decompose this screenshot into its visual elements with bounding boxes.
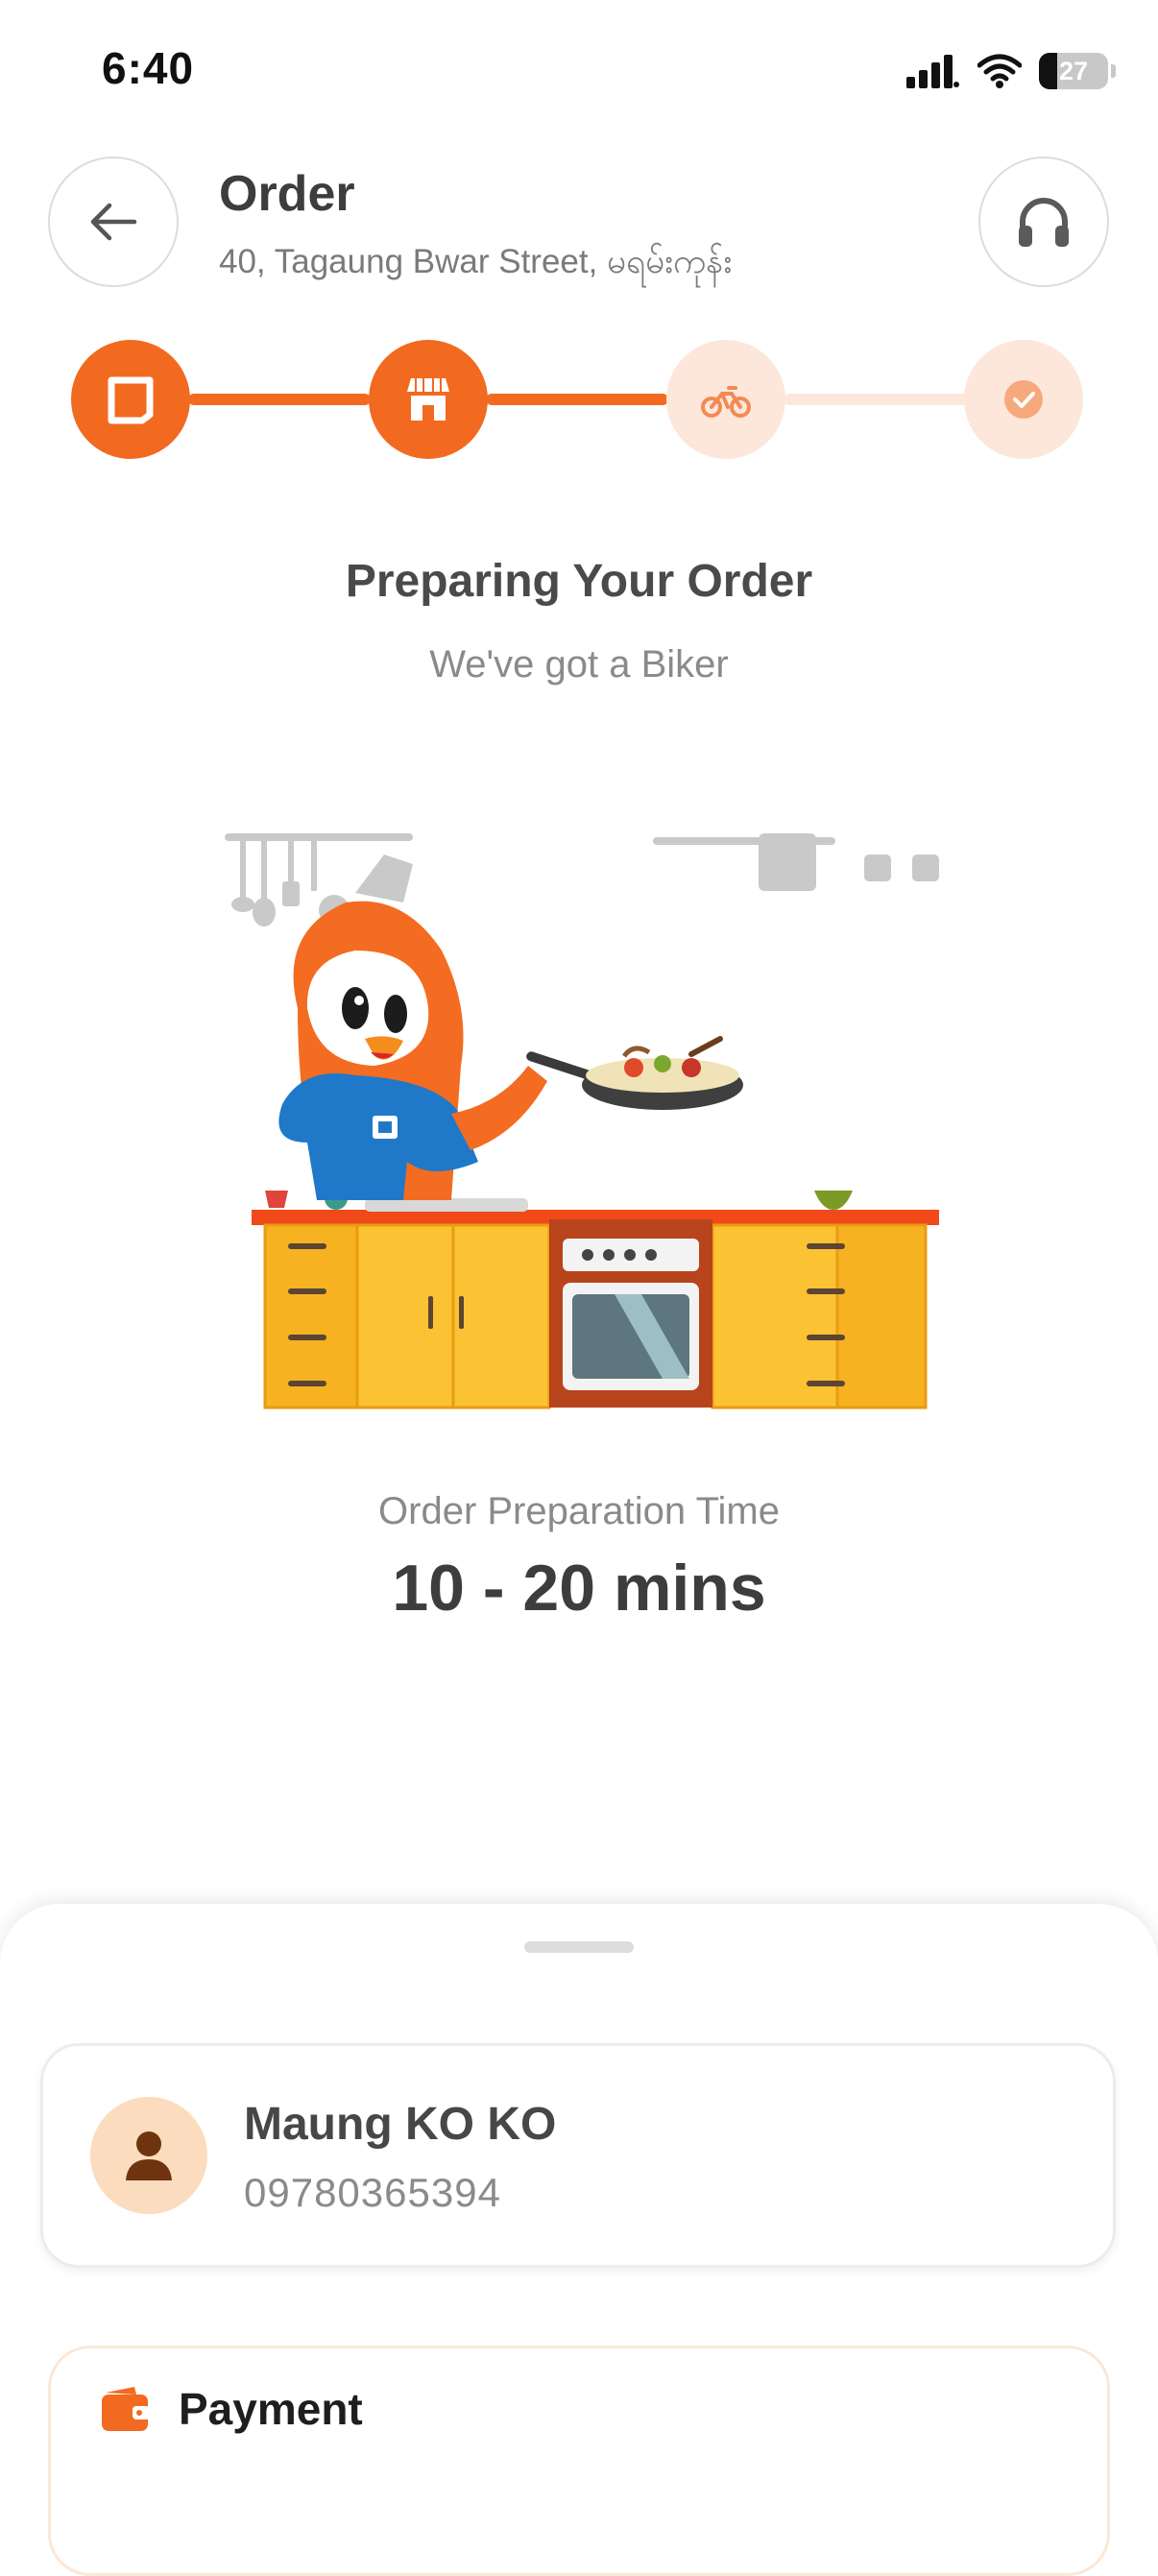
progress-segment-3 <box>784 394 972 405</box>
delivery-address: 40, Tagaung Bwar Street, မရမ်းကုန်း <box>219 243 733 280</box>
bike-icon <box>701 386 751 418</box>
person-icon <box>126 2131 172 2180</box>
prep-time-label: Order Preparation Time <box>378 1490 780 1532</box>
step-order-placed <box>71 340 190 459</box>
sheet-drag-handle[interactable] <box>524 1941 634 1953</box>
step-store <box>369 340 488 459</box>
battery-level: 27 <box>1058 56 1089 85</box>
payment-card[interactable] <box>48 2346 1110 2576</box>
battery-icon: 27 <box>1039 53 1116 89</box>
wallet-icon <box>102 2387 150 2431</box>
page-title: Order <box>219 166 355 222</box>
payment-label: Payment <box>179 2384 363 2434</box>
customer-phone: 09780365394 <box>244 2170 501 2215</box>
signal-icon <box>906 55 959 88</box>
order-placed-icon <box>108 376 154 424</box>
progress-segment-1 <box>188 394 371 405</box>
status-icons: 27 <box>906 50 1116 92</box>
store-icon <box>407 378 449 421</box>
customer-name: Maung KO KO <box>244 2099 557 2150</box>
progress-segment-2 <box>486 394 668 405</box>
step-biker <box>666 340 785 459</box>
order-status-title: Preparing Your Order <box>345 556 813 607</box>
avatar <box>90 2097 207 2214</box>
back-button[interactable] <box>48 156 179 287</box>
prep-time-value: 10 - 20 mins <box>392 1552 766 1625</box>
step-delivered <box>964 340 1083 459</box>
arrow-left-icon <box>90 203 137 241</box>
check-icon <box>1004 380 1043 419</box>
headphones-icon <box>1019 198 1069 247</box>
support-button[interactable] <box>978 156 1109 287</box>
status-time: 6:40 <box>102 43 195 93</box>
wifi-icon <box>977 54 1022 88</box>
order-status-subtitle: We've got a Biker <box>429 643 729 686</box>
cooking-mascot-illustration <box>225 833 939 1409</box>
